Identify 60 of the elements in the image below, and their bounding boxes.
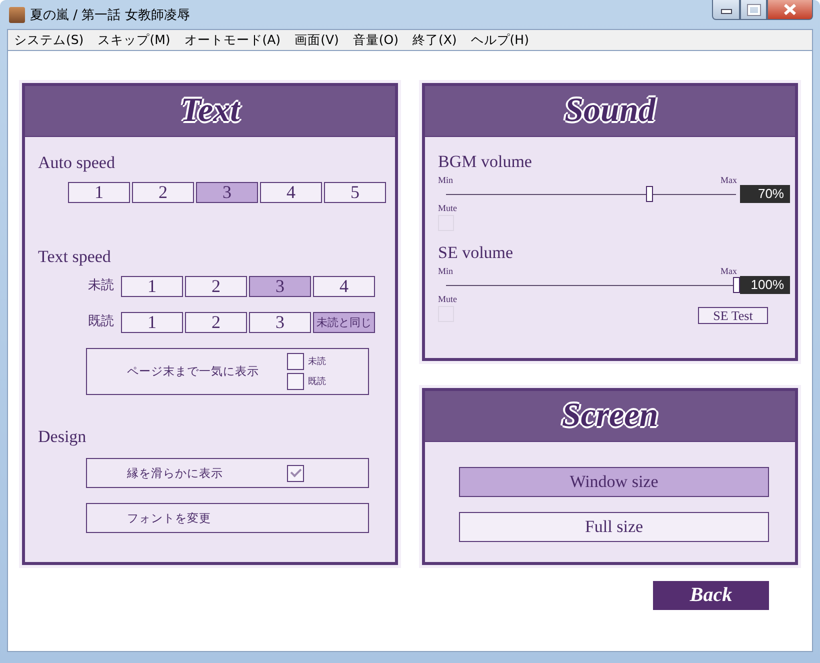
menu-item[interactable]: 画面(V)	[294, 32, 339, 48]
checkbox[interactable]	[287, 373, 304, 390]
speed-option[interactable]: 4	[313, 276, 375, 297]
font-button[interactable]: フォントを変更	[86, 503, 369, 533]
option-label: 縁を滑らかに表示	[127, 466, 224, 480]
speed-option[interactable]: 3	[249, 312, 311, 333]
menu-item[interactable]: 終了(X)	[412, 32, 457, 48]
window-title: 夏の嵐 / 第一話 女教師凌辱	[30, 6, 190, 24]
section-label: Text speed	[38, 247, 112, 267]
back-button[interactable]: Back	[653, 581, 769, 610]
section-label: SE volume	[438, 243, 514, 263]
speed-option[interactable]: 未読と同じ	[313, 312, 375, 333]
speed-option[interactable]: 3	[249, 276, 311, 297]
section-label: BGM volume	[438, 152, 533, 172]
menu-item[interactable]: ヘルプ(H)	[470, 32, 529, 48]
volume-reading: 100%	[740, 276, 790, 294]
slider-thumb[interactable]	[646, 186, 653, 202]
screen-option[interactable]: Window size	[459, 467, 769, 497]
panel-title: Sound	[564, 92, 656, 130]
maximize-icon	[748, 4, 760, 14]
speed-option[interactable]: 2	[185, 312, 247, 333]
checkbox[interactable]	[287, 353, 304, 370]
max-label: Max	[720, 175, 737, 185]
mute-label: Mute	[438, 203, 458, 213]
row-label: 既読	[88, 313, 115, 330]
panel-title: Screen	[562, 397, 658, 435]
checkbox-label: 未読	[308, 355, 326, 368]
min-label: Min	[438, 266, 454, 276]
speed-option[interactable]: 3	[196, 182, 258, 203]
panel-title: Text	[180, 92, 240, 130]
app-icon	[9, 6, 25, 22]
speed-option[interactable]: 2	[185, 276, 247, 297]
speed-option[interactable]: 5	[324, 182, 386, 203]
maximize-button[interactable]	[740, 0, 767, 20]
speed-option[interactable]: 1	[68, 182, 130, 203]
section-label: Auto speed	[38, 153, 116, 173]
minimize-icon	[720, 9, 732, 14]
min-label: Min	[438, 175, 454, 185]
speed-option[interactable]: 1	[121, 312, 183, 333]
menu-item[interactable]: オートモード(A)	[184, 32, 281, 48]
speed-option[interactable]: 2	[132, 182, 194, 203]
section-label: Design	[38, 427, 88, 447]
se-test-button[interactable]: SE Test	[698, 307, 768, 324]
volume-reading: 70%	[740, 185, 790, 203]
checkbox[interactable]	[287, 464, 304, 482]
row-label: 未読	[88, 277, 115, 294]
menu-item[interactable]: スキップ(M)	[98, 32, 170, 48]
close-button[interactable]	[767, 0, 813, 20]
menu-item[interactable]: 音量(O)	[352, 32, 398, 48]
slider-thumb[interactable]	[733, 276, 740, 292]
mute-label: Mute	[438, 294, 458, 304]
max-label: Max	[720, 266, 737, 276]
menu-item[interactable]: システム(S)	[14, 32, 84, 48]
option-label: ページ末まで一気に表示	[127, 364, 260, 379]
close-icon	[784, 4, 796, 15]
checkbox-label: 既読	[308, 375, 326, 388]
screen-option[interactable]: Full size	[459, 512, 769, 542]
speed-option[interactable]: 1	[121, 276, 183, 297]
speed-option[interactable]: 4	[260, 182, 322, 203]
minimize-button[interactable]	[712, 0, 740, 20]
